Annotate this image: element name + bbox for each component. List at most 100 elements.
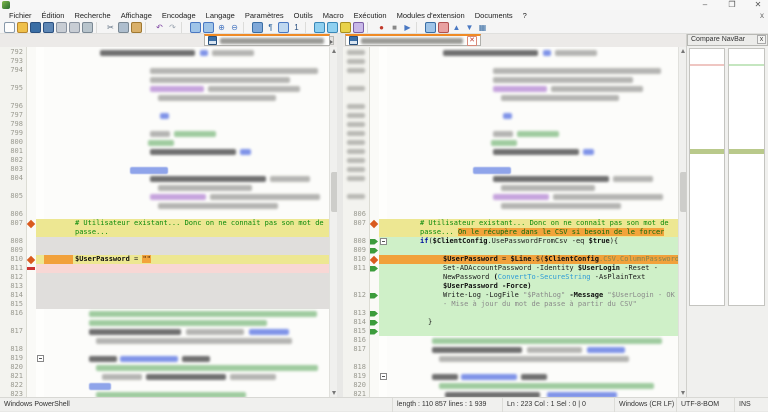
scroll-up-icon[interactable] xyxy=(679,47,686,55)
redacted-code-text xyxy=(130,167,168,174)
line-number: 807 xyxy=(0,219,23,228)
code-line: 818 xyxy=(343,363,686,372)
sync-vertical-icon[interactable] xyxy=(314,22,325,33)
menu-item--dition[interactable]: Édition xyxy=(37,11,70,20)
menu-item--[interactable]: ? xyxy=(518,11,532,20)
copy-icon[interactable] xyxy=(118,22,129,33)
right-file-tab[interactable]: ✕ xyxy=(345,34,481,46)
word-wrap-icon[interactable] xyxy=(252,22,263,33)
view-grid-icon[interactable]: ▦ xyxy=(477,22,488,33)
diff-removed-icon xyxy=(27,267,35,270)
save-icon[interactable] xyxy=(30,22,41,33)
line-number: 822 xyxy=(0,381,23,390)
redacted-code-text xyxy=(158,95,276,101)
diff-highlight-band xyxy=(36,282,329,291)
compare-navbar-close-icon[interactable]: x xyxy=(757,35,766,44)
left-file-tab[interactable] xyxy=(204,34,330,46)
scroll-up-icon[interactable] xyxy=(330,47,337,55)
close-icon[interactable] xyxy=(56,22,67,33)
menu-item-ex-cution[interactable]: Exécution xyxy=(349,11,392,20)
vertical-scrollbar[interactable] xyxy=(329,47,337,397)
fold-collapse-icon[interactable] xyxy=(380,238,387,245)
code-line xyxy=(343,192,686,201)
tab-close-icon[interactable]: ✕ xyxy=(467,36,477,46)
doc-map-icon[interactable] xyxy=(353,22,364,33)
compare-navbar-panel: Compare NavBar x xyxy=(686,34,768,397)
undo-icon[interactable]: ↶ xyxy=(154,22,165,33)
function-list-icon[interactable] xyxy=(340,22,351,33)
redacted-code-text xyxy=(587,347,625,353)
maximize-button[interactable]: ❐ xyxy=(722,0,742,10)
line-number: 794 xyxy=(0,66,23,75)
line-number: 809 xyxy=(0,246,23,255)
menu-item-macro[interactable]: Macro xyxy=(318,11,349,20)
code-line: 795 xyxy=(0,84,337,93)
toolbar-separator xyxy=(145,22,151,33)
diff-changed-icon xyxy=(370,255,378,263)
zoom-out-icon[interactable]: ⊖ xyxy=(229,22,240,33)
redacted-code-text xyxy=(517,131,559,137)
macro-play-icon[interactable]: ▶ xyxy=(402,22,413,33)
code-line: 817 xyxy=(0,327,337,336)
redacted-code-text xyxy=(200,50,208,56)
menu-item-modules-d-extension[interactable]: Modules d'extension xyxy=(392,11,470,20)
paste-icon[interactable] xyxy=(131,22,142,33)
zoom-in-icon[interactable]: ⊕ xyxy=(216,22,227,33)
vertical-scrollbar[interactable] xyxy=(678,47,686,397)
menu-item-langage[interactable]: Langage xyxy=(201,11,240,20)
compare-clear-icon[interactable] xyxy=(438,22,449,33)
line-number: 799 xyxy=(0,129,23,138)
doc-switcher-icon[interactable]: 1 xyxy=(291,22,302,33)
diff-map-band xyxy=(690,64,724,66)
redacted-code-text xyxy=(439,383,654,389)
redacted-code-text xyxy=(44,255,73,264)
menu-close-icon[interactable]: x xyxy=(760,10,764,21)
redacted-code-text xyxy=(208,86,300,92)
open-folder-icon[interactable] xyxy=(17,22,28,33)
compare-icon[interactable] xyxy=(425,22,436,33)
compare-navbar-left-map[interactable] xyxy=(689,48,725,306)
left-editor-pane[interactable]: 7927937947957967977987998008018028038048… xyxy=(0,47,337,397)
menu-item-fichier[interactable]: Fichier xyxy=(4,11,37,20)
menu-item-outils[interactable]: Outils xyxy=(289,11,318,20)
redacted-code-text xyxy=(503,113,512,119)
save-all-icon[interactable] xyxy=(43,22,54,33)
scrollbar-thumb[interactable] xyxy=(331,172,338,212)
macro-stop-icon[interactable]: ■ xyxy=(389,22,400,33)
menu-item-encodage[interactable]: Encodage xyxy=(157,11,201,20)
file-tab-name-redacted xyxy=(361,38,463,44)
print-icon[interactable] xyxy=(82,22,93,33)
sync-horizontal-icon[interactable] xyxy=(327,22,338,33)
scroll-down-icon[interactable] xyxy=(330,389,337,397)
find-icon[interactable] xyxy=(190,22,201,33)
sort-desc-icon[interactable]: ▼ xyxy=(464,22,475,33)
cut-icon[interactable]: ✂ xyxy=(105,22,116,33)
indent-guide-icon[interactable] xyxy=(278,22,289,33)
menu-item-param-tres[interactable]: Paramètres xyxy=(240,11,289,20)
right-editor-pane[interactable]: 806807# Utilisateur existant... Donc on … xyxy=(343,47,686,397)
redacted-code-text xyxy=(583,149,594,155)
close-window-button[interactable]: ✕ xyxy=(748,0,768,10)
redo-icon[interactable]: ↷ xyxy=(167,22,178,33)
minimize-button[interactable]: – xyxy=(695,0,715,10)
show-all-chars-icon[interactable]: ¶ xyxy=(265,22,276,33)
title-bar: – ❐ ✕ xyxy=(0,0,768,10)
close-all-icon[interactable] xyxy=(69,22,80,33)
compare-navbar-right-map[interactable] xyxy=(728,48,765,306)
redacted-code-text xyxy=(493,68,661,74)
fold-collapse-icon[interactable] xyxy=(380,373,387,380)
macro-record-icon[interactable]: ● xyxy=(376,22,387,33)
diff-added-icon xyxy=(370,248,378,254)
new-file-icon[interactable] xyxy=(4,22,15,33)
diff-highlight-band xyxy=(379,309,678,318)
menu-item-affichage[interactable]: Affichage xyxy=(116,11,157,20)
line-number: 818 xyxy=(0,345,23,354)
sort-asc-icon[interactable]: ▲ xyxy=(451,22,462,33)
replace-icon[interactable] xyxy=(203,22,214,33)
scroll-down-icon[interactable] xyxy=(679,389,686,397)
diff-highlight-band xyxy=(379,246,678,255)
fold-collapse-icon[interactable] xyxy=(37,355,44,362)
redacted-code-text xyxy=(443,50,538,56)
menu-item-recherche[interactable]: Recherche xyxy=(69,11,115,20)
menu-item-documents[interactable]: Documents xyxy=(470,11,518,20)
